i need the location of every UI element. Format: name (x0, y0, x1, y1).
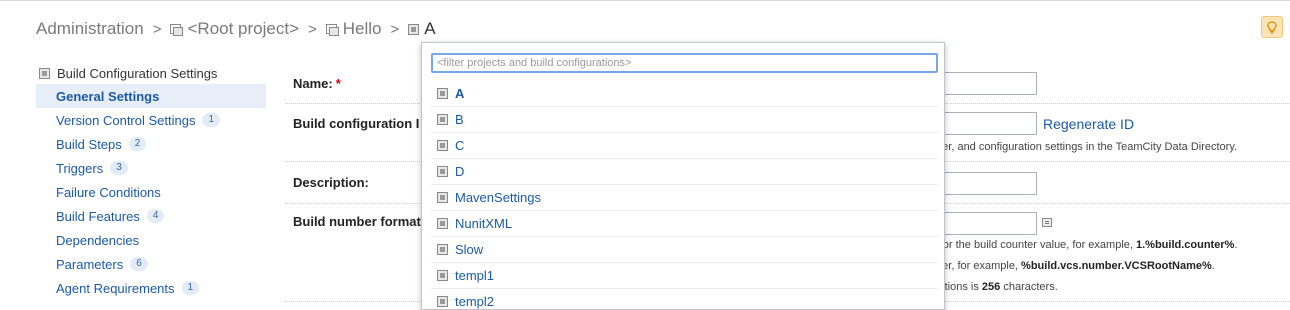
config-list: A B C D MavenSettings NunitXML Slow temp… (431, 81, 938, 309)
list-item[interactable]: C (431, 133, 938, 159)
list-item-label: D (455, 164, 465, 179)
build-config-icon (437, 218, 448, 229)
count-badge: 4 (146, 209, 165, 223)
breadcrumb-hello-project[interactable]: Hello (325, 19, 382, 39)
config-switcher-popup: A B C D MavenSettings NunitXML Slow temp… (421, 42, 945, 310)
list-item[interactable]: templ2 (431, 289, 938, 309)
sidebar-title: Build Configuration Settings (57, 65, 218, 81)
build-config-icon (437, 166, 448, 177)
build-number-note-1: r for the build counter value, for examp… (933, 239, 1238, 251)
sidebar-item-label: Failure Conditions (56, 184, 161, 200)
sidebar-item-label: Parameters (56, 256, 124, 272)
sidebar-item-label: Dependencies (56, 232, 140, 248)
required-mark: * (335, 76, 341, 91)
list-item-label: MavenSettings (455, 190, 541, 205)
sidebar-header: Build Configuration Settings (36, 62, 266, 84)
lightbulb-glyph (1267, 20, 1277, 33)
breadcrumb-separator: > (308, 20, 317, 38)
top-border (0, 0, 1290, 4)
sidebar-item-failure-conditions[interactable]: Failure Conditions (36, 180, 266, 204)
build-config-icon (437, 88, 448, 99)
lightbulb-icon[interactable] (1261, 16, 1283, 38)
list-item-label: C (455, 138, 465, 153)
build-config-id-note: rver, and configuration settings in the … (933, 141, 1238, 153)
sidebar-item-label: Version Control Settings (56, 112, 196, 128)
description-label: Description: (293, 175, 369, 190)
list-item-label: Slow (455, 242, 484, 257)
list-item[interactable]: NunitXML (431, 211, 938, 237)
sidebar-item-triggers[interactable]: Triggers 3 (36, 156, 266, 180)
build-config-icon (437, 140, 448, 151)
list-item-label: A (455, 86, 465, 101)
build-number-note-2: eter, for example, %build.vcs.number.VCS… (933, 260, 1215, 272)
build-config-icon (437, 244, 448, 255)
list-item-label: templ2 (455, 294, 495, 309)
sidebar-item-build-steps[interactable]: Build Steps 2 (36, 132, 266, 156)
breadcrumb-administration[interactable]: Administration (36, 19, 144, 39)
list-item-label: B (455, 112, 464, 127)
sidebar-item-parameters[interactable]: Parameters 6 (36, 252, 266, 276)
filter-input[interactable] (431, 53, 938, 73)
sidebar-item-agent-requirements[interactable]: Agent Requirements 1 (36, 276, 266, 300)
list-item-label: templ1 (455, 268, 495, 283)
project-icon (170, 23, 184, 36)
build-config-icon (437, 270, 448, 281)
name-label: Name: * (293, 76, 341, 91)
list-item[interactable]: Slow (431, 237, 938, 263)
build-config-icon (437, 296, 448, 307)
sidebar-item-label: Build Features (56, 208, 140, 224)
sidebar-item-label: Triggers (56, 160, 104, 176)
build-number-format-label: Build number format (293, 214, 421, 229)
list-item[interactable]: templ1 (431, 263, 938, 289)
count-badge: 1 (202, 113, 221, 127)
count-badge: 1 (181, 281, 200, 295)
breadcrumb: Administration > <Root project> > Hello … (36, 18, 436, 40)
build-config-icon (408, 23, 420, 35)
list-item-label: NunitXML (455, 216, 513, 231)
build-config-icon (437, 114, 448, 125)
list-item[interactable]: B (431, 107, 938, 133)
sidebar-item-label: Agent Requirements (56, 280, 175, 296)
breadcrumb-root-project-label: <Root project> (187, 19, 299, 38)
sidebar-item-label: Build Steps (56, 136, 122, 152)
breadcrumb-separator: > (390, 20, 400, 38)
breadcrumb-current-config[interactable]: A (408, 19, 436, 39)
sidebar-item-dependencies[interactable]: Dependencies (36, 228, 266, 252)
regenerate-id-link[interactable]: Regenerate ID (1043, 116, 1134, 132)
count-badge: 3 (110, 161, 128, 175)
breadcrumb-root-project[interactable]: <Root project> (170, 19, 299, 39)
breadcrumb-current-label: A (424, 19, 436, 38)
settings-sidebar: Build Configuration Settings General Set… (36, 62, 266, 300)
list-item[interactable]: A (431, 81, 938, 107)
sidebar-item-general-settings[interactable]: General Settings (36, 84, 266, 108)
list-item[interactable]: D (431, 159, 938, 185)
build-config-icon (437, 192, 448, 203)
list-item[interactable]: MavenSettings (431, 185, 938, 211)
project-icon (325, 23, 339, 36)
breadcrumb-separator: > (152, 20, 162, 38)
sidebar-item-label: General Settings (56, 88, 160, 104)
breadcrumb-hello-label: Hello (342, 19, 382, 38)
count-badge: 6 (130, 257, 148, 271)
build-config-icon (39, 67, 50, 79)
build-config-id-label: Build configuration I (293, 116, 420, 131)
parameters-picker-icon[interactable] (1042, 218, 1052, 227)
sidebar-item-build-features[interactable]: Build Features 4 (36, 204, 266, 228)
build-number-note-3: itutions is 256 characters. (933, 281, 1058, 293)
sidebar-item-version-control-settings[interactable]: Version Control Settings 1 (36, 108, 266, 132)
count-badge: 2 (128, 137, 147, 151)
